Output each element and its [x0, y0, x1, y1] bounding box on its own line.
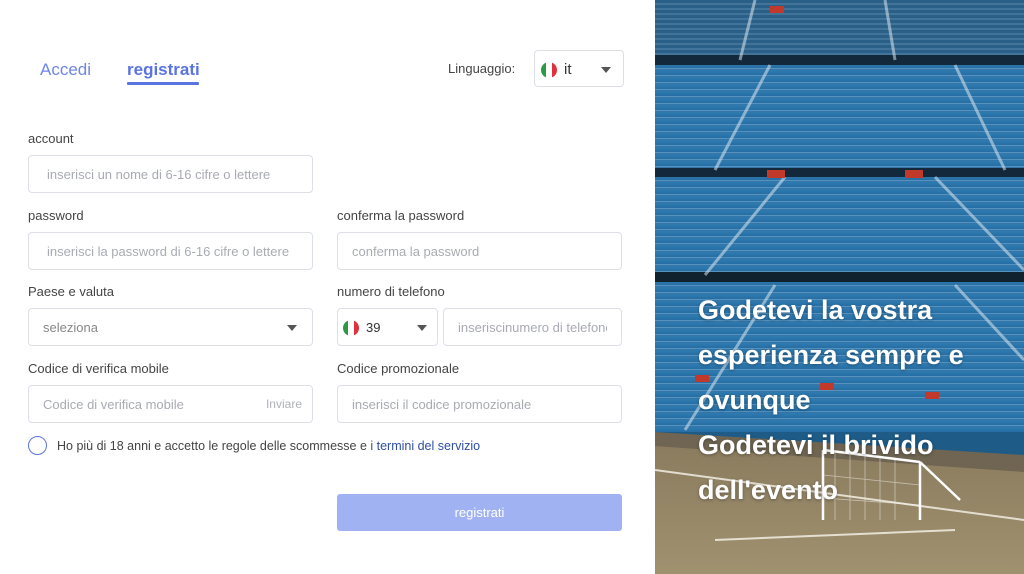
send-code-button[interactable]: Inviare: [266, 397, 302, 411]
promo-input[interactable]: [338, 386, 621, 422]
password-label: password: [28, 208, 84, 223]
confirm-password-input[interactable]: [338, 233, 621, 269]
hero-slogan: Godetevi la vostra esperienza sempre e o…: [698, 288, 1018, 513]
country-select-value: seleziona: [43, 320, 98, 335]
chevron-down-icon: [287, 325, 297, 331]
phone-input[interactable]: [444, 309, 621, 345]
hero-slogan-line: ovunque: [698, 385, 811, 415]
hero-slogan-line: esperienza sempre e: [698, 340, 964, 370]
terms-of-service-link[interactable]: i termini del servizio: [370, 439, 480, 453]
account-input[interactable]: [29, 156, 312, 192]
registration-panel: Accedi registrati Linguaggio: it account…: [0, 0, 655, 574]
tab-login[interactable]: Accedi: [40, 60, 91, 80]
hero-slogan-line: Godetevi il brivido: [698, 430, 934, 460]
phone-prefix-value: 39: [366, 320, 381, 335]
account-label: account: [28, 131, 74, 146]
tab-register[interactable]: registrati: [127, 60, 200, 80]
phone-label: numero di telefono: [337, 284, 445, 299]
confirm-password-field-box: [337, 232, 622, 270]
password-input[interactable]: [29, 233, 312, 269]
language-label: Linguaggio:: [448, 61, 516, 76]
chevron-down-icon: [601, 67, 611, 73]
promo-field-box: [337, 385, 622, 423]
password-field-box: [28, 232, 313, 270]
hero-panel: Godetevi la vostra esperienza sempre e o…: [655, 0, 1024, 574]
verification-label: Codice di verifica mobile: [28, 361, 169, 376]
hero-slogan-line: Godetevi la vostra: [698, 295, 933, 325]
country-label: Paese e valuta: [28, 284, 115, 299]
language-value: it: [564, 61, 572, 78]
italy-flag-icon: [343, 320, 359, 336]
active-tab-indicator: [127, 82, 199, 85]
agree-radio[interactable]: [28, 436, 47, 455]
phone-prefix-select[interactable]: 39: [337, 308, 438, 346]
account-field-box: [28, 155, 313, 193]
register-submit-button[interactable]: registrati: [337, 494, 622, 531]
hero-slogan-line: dell'evento: [698, 475, 838, 505]
promo-label: Codice promozionale: [337, 361, 460, 376]
chevron-down-icon: [417, 325, 427, 331]
language-select[interactable]: it: [534, 50, 624, 87]
italy-flag-icon: [541, 62, 557, 78]
confirm-password-label: conferma la password: [337, 208, 465, 223]
verification-field-box: Inviare: [28, 385, 313, 423]
country-select[interactable]: seleziona: [28, 308, 313, 346]
agreement-text: Ho più di 18 anni e accetto le regole de…: [57, 439, 480, 453]
phone-field-box: [443, 308, 622, 346]
agreement-label: Ho più di 18 anni e accetto le regole de…: [57, 439, 371, 453]
